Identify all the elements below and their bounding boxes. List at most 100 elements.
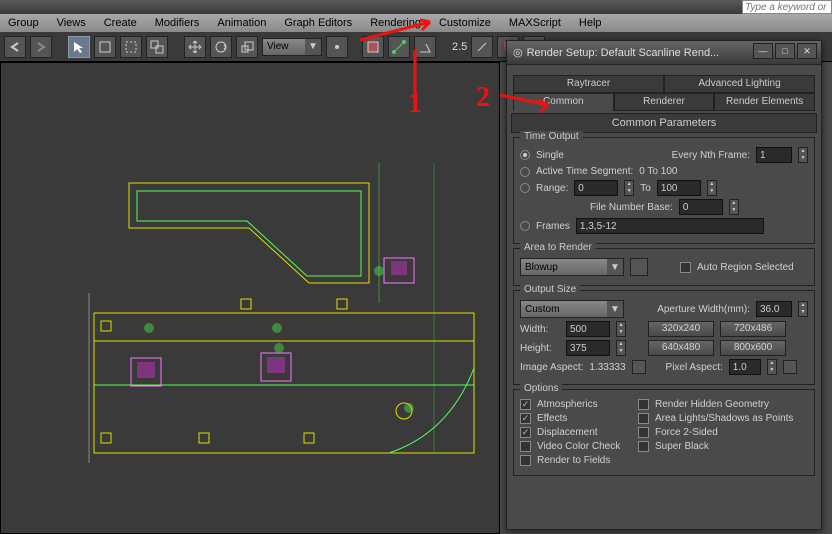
preset-320x240-button[interactable]: 320x240 — [648, 321, 714, 337]
undo-button[interactable] — [4, 36, 26, 58]
common-parameters-header[interactable]: Common Parameters — [511, 113, 817, 133]
width-spinner[interactable]: 500 — [566, 321, 610, 337]
tab-advanced-lighting[interactable]: Advanced Lighting — [664, 75, 815, 93]
preset-800x600-button[interactable]: 800x600 — [720, 340, 786, 356]
time-output-group: Time Output Single Every Nth Frame: 1 ▲▼… — [513, 137, 815, 244]
redo-button[interactable] — [30, 36, 52, 58]
file-base-spinner[interactable]: 0 — [679, 199, 723, 215]
menu-group[interactable]: Group — [8, 17, 39, 29]
spinner-arrows-icon[interactable]: ▲▼ — [616, 340, 626, 356]
window-crossing-button[interactable] — [146, 36, 168, 58]
spinner-arrows-icon[interactable]: ▲▼ — [798, 301, 808, 317]
use-pivot-button[interactable] — [326, 36, 348, 58]
area-to-render-label: Area to Render — [520, 242, 596, 253]
teapot-icon: ◎ — [513, 46, 523, 59]
menu-animation[interactable]: Animation — [217, 17, 266, 29]
radio-range[interactable] — [520, 183, 530, 193]
options-label: Options — [520, 383, 562, 394]
label-atmospherics: Atmospherics — [537, 399, 598, 410]
menu-help[interactable]: Help — [579, 17, 602, 29]
radio-active-segment[interactable] — [520, 167, 530, 177]
label-to: To — [640, 183, 651, 194]
label-width: Width: — [520, 324, 560, 335]
close-button[interactable]: ✕ — [797, 43, 817, 59]
checkbox-video-color[interactable] — [520, 441, 531, 452]
label-file-base: File Number Base: — [590, 202, 673, 213]
reference-coord-dropdown[interactable]: View▼ — [262, 38, 322, 56]
tab-render-elements[interactable]: Render Elements — [714, 93, 815, 111]
dialog-title: Render Setup: Default Scanline Rend... — [527, 47, 720, 59]
range-from-spinner[interactable]: 0 — [574, 180, 618, 196]
checkbox-hidden-geom[interactable] — [638, 399, 649, 410]
search-input[interactable] — [742, 0, 832, 14]
menu-views[interactable]: Views — [57, 17, 86, 29]
checkbox-effects[interactable]: ✓ — [520, 413, 531, 424]
move-button[interactable] — [184, 36, 206, 58]
preset-640x480-button[interactable]: 640x480 — [648, 340, 714, 356]
dialog-titlebar[interactable]: ◎ Render Setup: Default Scanline Rend...… — [507, 41, 821, 65]
tab-renderer[interactable]: Renderer — [614, 93, 715, 111]
label-height: Height: — [520, 343, 560, 354]
minimize-button[interactable]: — — [753, 43, 773, 59]
spinner-arrows-icon[interactable]: ▲▼ — [624, 180, 634, 196]
checkbox-super-black[interactable] — [638, 441, 649, 452]
spinner-arrows-icon[interactable]: ▲▼ — [767, 359, 777, 375]
lock-icon[interactable] — [632, 360, 646, 374]
tab-common[interactable]: Common — [513, 93, 614, 111]
menu-modifiers[interactable]: Modifiers — [155, 17, 200, 29]
menu-create[interactable]: Create — [104, 17, 137, 29]
tab-raytracer[interactable]: Raytracer — [513, 75, 664, 93]
checkbox-force-2sided[interactable] — [638, 427, 649, 438]
menu-graph-editors[interactable]: Graph Editors — [284, 17, 352, 29]
aperture-spinner[interactable]: 36.0 — [756, 301, 792, 317]
angle-snap-button[interactable] — [414, 36, 436, 58]
percent-snap-button[interactable] — [471, 36, 493, 58]
select-region-button[interactable] — [120, 36, 142, 58]
checkbox-render-fields[interactable] — [520, 455, 531, 466]
snap-toggle-button[interactable] — [388, 36, 410, 58]
spinner-arrows-icon[interactable]: ▲▼ — [616, 321, 626, 337]
frames-input[interactable]: 1,3,5-12 — [576, 218, 764, 234]
select-object-button[interactable] — [68, 36, 90, 58]
spinner-arrows-icon[interactable]: ▲▼ — [707, 180, 717, 196]
area-to-render-group: Area to Render Blowup▼ Auto Region Selec… — [513, 248, 815, 286]
checkbox-atmospherics[interactable]: ✓ — [520, 399, 531, 410]
height-spinner[interactable]: 375 — [566, 340, 610, 356]
render-setup-dialog: ◎ Render Setup: Default Scanline Rend...… — [506, 40, 822, 530]
value-image-aspect: 1.33333 — [589, 362, 625, 373]
output-preset-dropdown[interactable]: Custom▼ — [520, 300, 624, 318]
area-mode-dropdown[interactable]: Blowup▼ — [520, 258, 624, 276]
label-single: Single — [536, 150, 564, 161]
checkbox-auto-region[interactable] — [680, 262, 691, 273]
menu-maxscript[interactable]: MAXScript — [509, 17, 561, 29]
radio-frames[interactable] — [520, 221, 530, 231]
lock-icon[interactable] — [783, 360, 797, 374]
output-size-group: Output Size Custom▼ Aperture Width(mm): … — [513, 290, 815, 385]
rotate-button[interactable] — [210, 36, 232, 58]
checkbox-area-lights[interactable] — [638, 413, 649, 424]
spinner-arrows-icon[interactable]: ▲▼ — [729, 199, 739, 215]
every-nth-spinner[interactable]: 1 — [756, 147, 792, 163]
maximize-button[interactable]: □ — [775, 43, 795, 59]
radio-single[interactable] — [520, 150, 530, 160]
range-to-spinner[interactable]: 100 — [657, 180, 701, 196]
value-active-seg: 0 To 100 — [639, 166, 677, 177]
select-by-name-button[interactable] — [94, 36, 116, 58]
preset-720x486-button[interactable]: 720x486 — [720, 321, 786, 337]
viewport[interactable] — [0, 62, 500, 534]
label-image-aspect: Image Aspect: — [520, 362, 583, 373]
checkbox-displacement[interactable]: ✓ — [520, 427, 531, 438]
spinner-arrows-icon[interactable]: ▲▼ — [798, 147, 808, 163]
main-menubar: Group Views Create Modifiers Animation G… — [0, 14, 832, 32]
spinner-value: 2.5 — [452, 41, 467, 53]
select-and-manipulate-button[interactable] — [362, 36, 384, 58]
menu-rendering[interactable]: Rendering — [370, 17, 421, 29]
label-frames: Frames — [536, 221, 570, 232]
menu-customize[interactable]: Customize — [439, 17, 491, 29]
scale-button[interactable] — [236, 36, 258, 58]
time-output-label: Time Output — [520, 131, 583, 142]
region-edit-icon[interactable] — [630, 258, 648, 276]
viewport-geometry — [79, 163, 489, 473]
pixel-aspect-spinner[interactable]: 1.0 — [729, 359, 761, 375]
output-size-label: Output Size — [520, 284, 580, 295]
